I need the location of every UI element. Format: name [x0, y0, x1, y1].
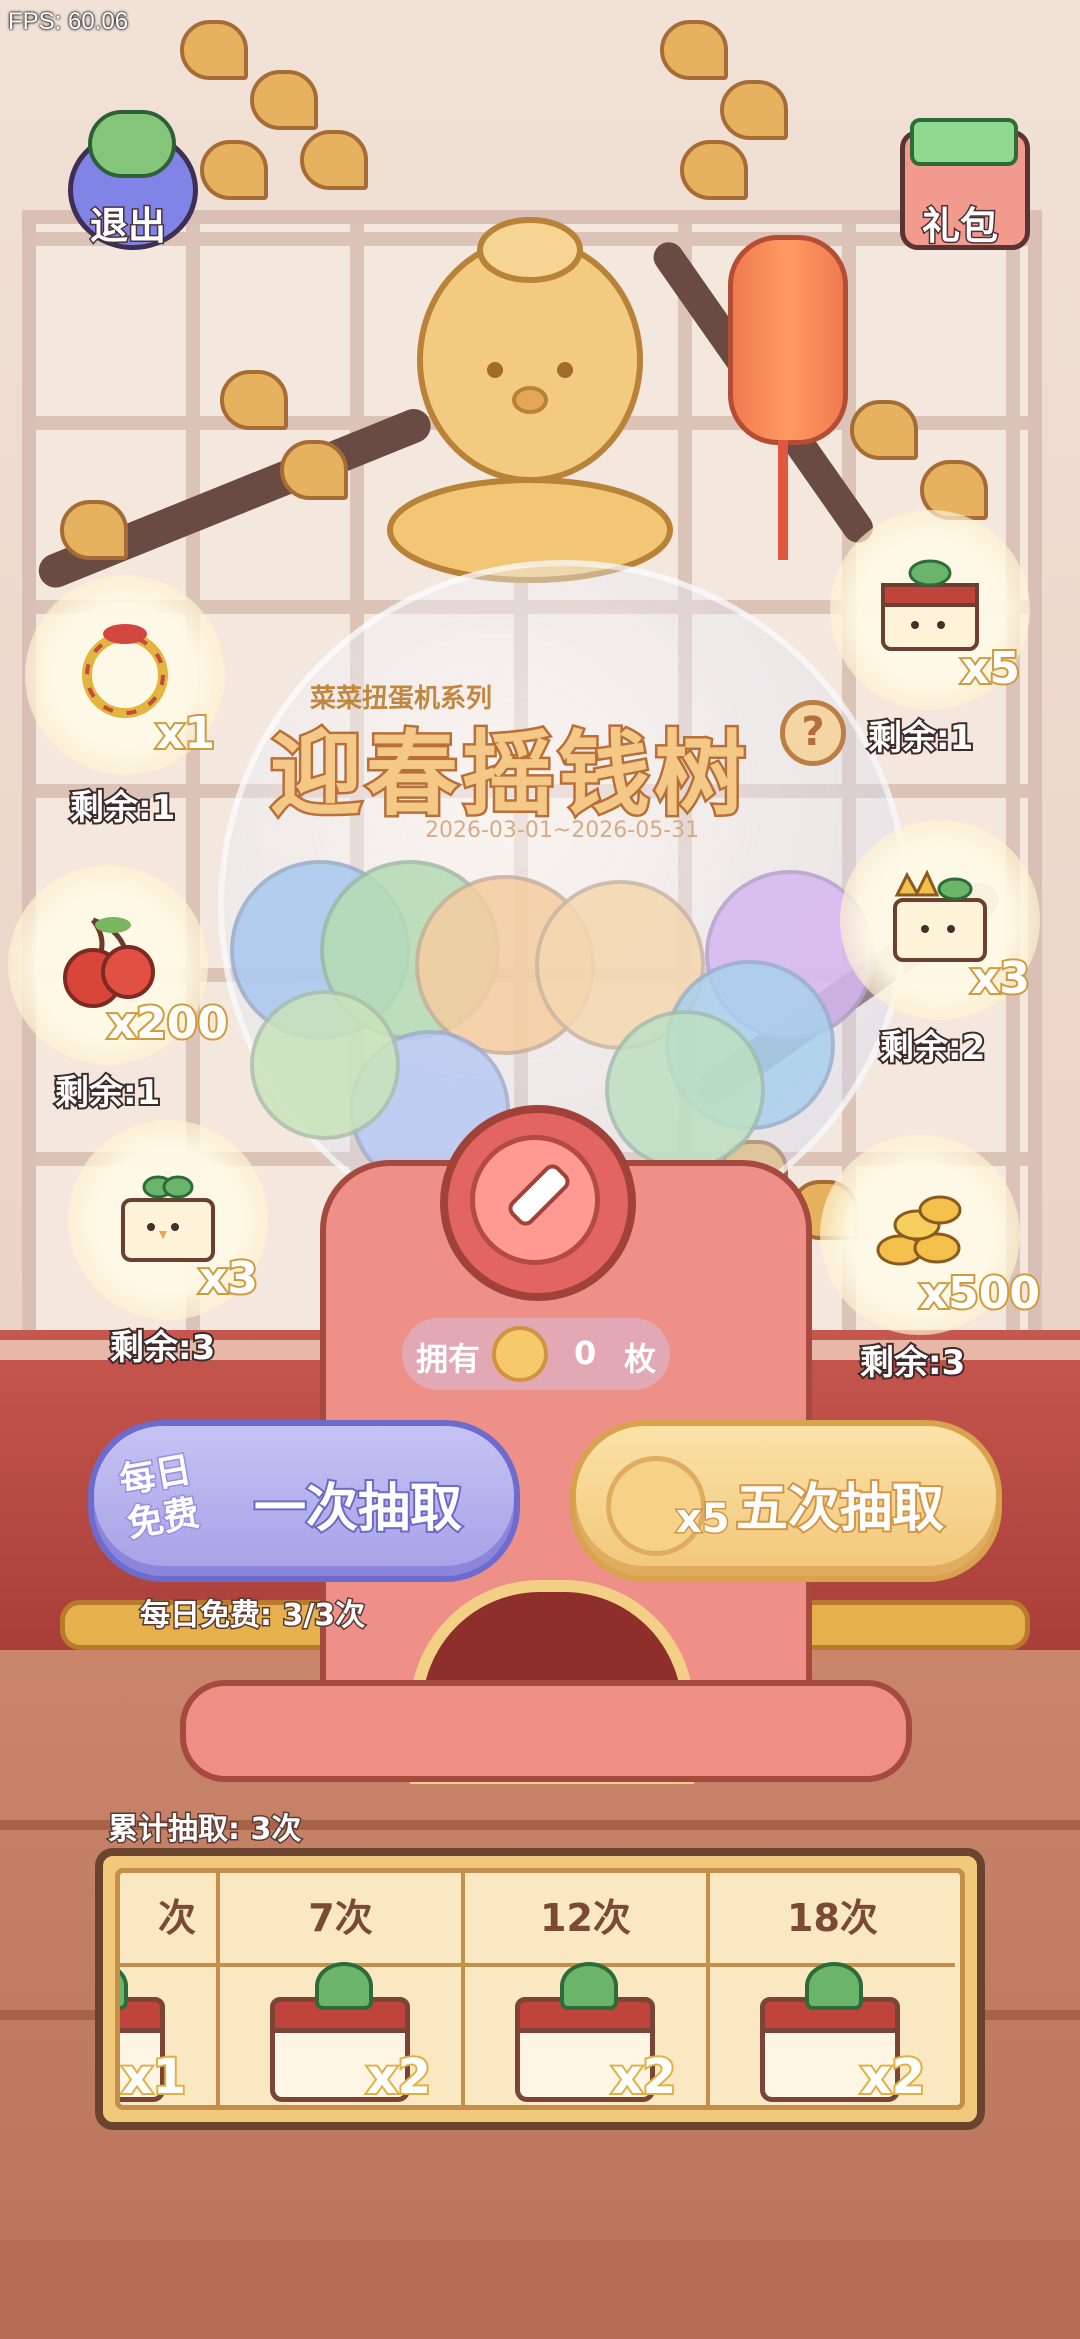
milestone-threshold: 18次 — [710, 1873, 955, 1967]
machine-base — [180, 1680, 912, 1782]
prize-count: x3 — [969, 951, 1032, 1006]
milestone-reward[interactable]: x2 — [220, 1962, 461, 2105]
daily-free-badge: 每日 免费 — [115, 1448, 204, 1547]
milestone-threshold: 7次 — [220, 1873, 461, 1967]
owned-unit: 枚 — [624, 1340, 657, 1378]
prize-remaining: 剩余:2 — [878, 1026, 987, 1070]
owned-value: 0 — [574, 1334, 597, 1372]
sprout-icon — [88, 110, 176, 178]
ginkgo-leaf — [220, 370, 288, 430]
lantern-tassel — [778, 440, 788, 560]
prize-count: x3 — [197, 1251, 260, 1306]
prize-count: x1 — [154, 706, 217, 761]
golden-statue-icon — [387, 217, 673, 583]
milestone-count: x2 — [365, 2047, 433, 2105]
ginkgo-leaf — [660, 20, 728, 80]
cherry-icon — [63, 917, 155, 1008]
prize-remaining: 剩余:3 — [858, 1341, 967, 1385]
draw-once-button[interactable]: 每日 免费 一次抽取 — [88, 1420, 520, 1582]
cumulative-rewards-panel: 次 x1 7次 x2 12次 x2 18次 x2 — [95, 1848, 985, 2130]
milestone-count: x1 — [120, 2047, 188, 2105]
milestone-column[interactable]: 7次 x2 — [220, 1873, 465, 2105]
prize-remaining: 剩余:1 — [866, 716, 975, 760]
ginkgo-leaf — [200, 140, 268, 200]
prize-slot[interactable]: x1 — [25, 575, 225, 775]
sprout-box-icon — [121, 1175, 215, 1262]
prize-slot[interactable]: x3 — [840, 820, 1040, 1020]
milestone-threshold: 次 — [120, 1873, 216, 1967]
ginkgo-leaf — [680, 140, 748, 200]
milestone-column[interactable]: 次 x1 — [120, 1873, 220, 2105]
treasure-chest-icon — [881, 559, 979, 651]
milestone-column[interactable]: 12次 x2 — [465, 1873, 710, 2105]
exit-label: 退出 — [88, 203, 167, 250]
ginkgo-leaf — [60, 500, 128, 560]
draw-once-label: 一次抽取 — [252, 1477, 464, 1541]
milestone-track[interactable]: 次 x1 7次 x2 12次 x2 18次 x2 — [115, 1868, 965, 2110]
ginkgo-leaf — [720, 80, 788, 140]
ginkgo-leaf — [300, 130, 368, 190]
gold-coins-icon — [876, 1195, 962, 1266]
draw-five-button[interactable]: x5 五次抽取 — [570, 1420, 1002, 1582]
coin-balance: 拥有 0 枚 — [402, 1318, 670, 1390]
fps-counter: FPS: 60.06 — [8, 8, 129, 35]
milestone-reward[interactable]: x2 — [710, 1962, 955, 2105]
draw-five-multiplier: x5 — [675, 1495, 732, 1544]
exit-button[interactable]: 退出 — [58, 110, 198, 250]
milestone-reward[interactable]: x1 — [120, 1962, 216, 2105]
milestone-reward[interactable]: x2 — [465, 1962, 706, 2105]
prize-remaining: 剩余:1 — [53, 1071, 162, 1115]
prize-count: x500 — [918, 1266, 1042, 1321]
ginkgo-leaf — [250, 70, 318, 130]
capsule-ball — [250, 990, 400, 1140]
ginkgo-coin-icon — [492, 1326, 548, 1382]
milestone-count: x2 — [610, 2047, 678, 2105]
capsule-ball — [605, 1010, 765, 1170]
milestone-count: x2 — [859, 2047, 927, 2105]
prize-slot[interactable]: x3 — [68, 1120, 268, 1320]
event-title: 迎春摇钱树 — [267, 719, 751, 831]
milestone-threshold: 12次 — [465, 1873, 706, 1967]
prize-slot[interactable]: x5 — [830, 510, 1030, 710]
ginkgo-leaf — [850, 400, 918, 460]
lucky-ring-icon — [82, 624, 168, 718]
help-button[interactable]: ? — [780, 700, 846, 766]
daily-free-count: 每日免费: 3/3次 — [138, 1597, 366, 1635]
gift-pack-button[interactable]: 礼包 — [890, 110, 1030, 250]
prize-count: x5 — [959, 641, 1022, 696]
ginkgo-leaf — [180, 20, 248, 80]
owned-label: 拥有 — [416, 1340, 481, 1378]
crown-box-icon — [893, 869, 987, 962]
prize-slot[interactable]: x200 — [8, 865, 230, 1065]
knob-lever-icon — [470, 1135, 600, 1265]
gift-bow-icon — [910, 118, 1018, 166]
event-date-range: 2026-03-01~2026-05-31 — [425, 818, 700, 843]
prize-slot[interactable]: x500 — [820, 1135, 1042, 1335]
prize-remaining: 剩余:3 — [108, 1326, 217, 1370]
draw-five-label: 五次抽取 — [734, 1477, 946, 1541]
ginkgo-leaf — [280, 440, 348, 500]
floor-bottom — [0, 2240, 1080, 2339]
milestone-column[interactable]: 18次 x2 — [710, 1873, 955, 2105]
red-lantern-icon — [728, 235, 848, 445]
prize-remaining: 剩余:1 — [68, 786, 177, 830]
prize-count: x200 — [106, 996, 230, 1051]
gift-label: 礼包 — [920, 203, 999, 250]
cumulative-draws: 累计抽取: 3次 — [106, 1811, 302, 1849]
